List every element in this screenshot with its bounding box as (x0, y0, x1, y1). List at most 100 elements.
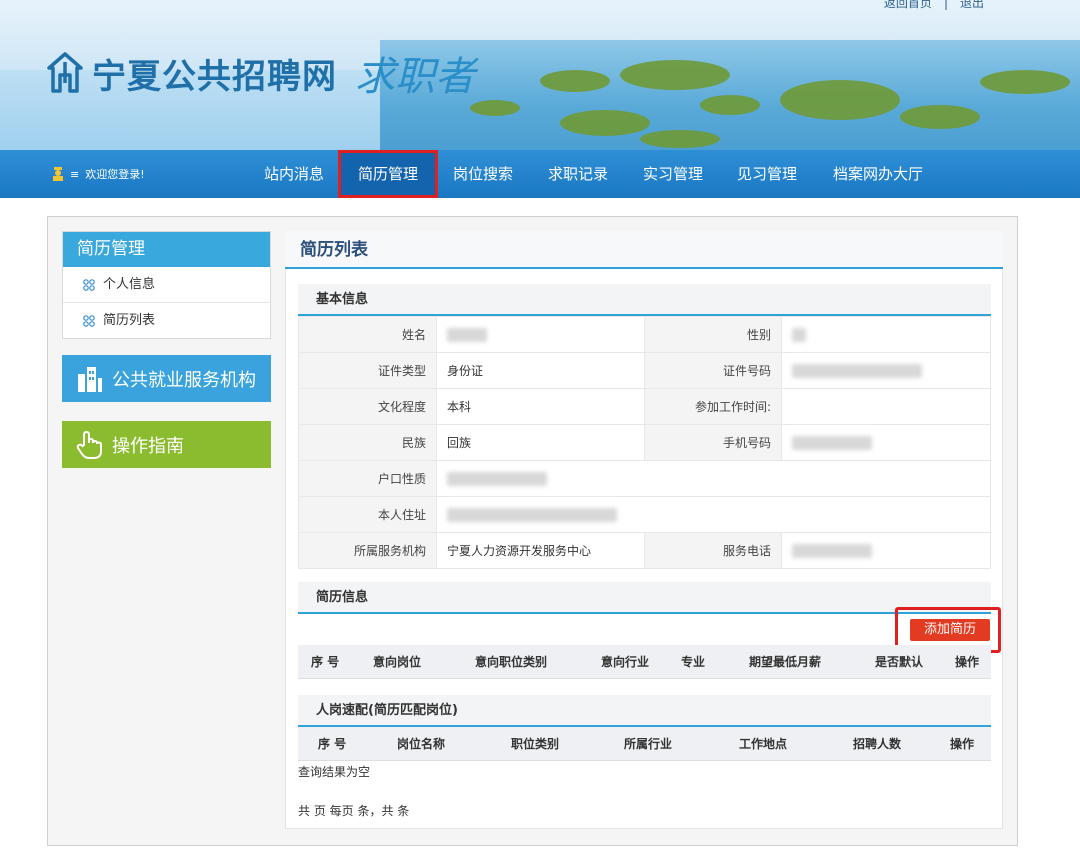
redacted-value (792, 435, 872, 450)
top-links-divider: | (943, 0, 948, 10)
address-label: 本人住址 (298, 496, 437, 533)
id-number-value (781, 352, 991, 389)
agency-label: 所属服务机构 (298, 532, 437, 569)
grid-icon (83, 315, 95, 327)
menu-lines-icon: ≡ (70, 167, 80, 181)
banner-island (620, 60, 730, 90)
resume-info-heading: 简历信息 (298, 582, 991, 614)
service-phone-value (781, 532, 991, 569)
basic-info-table: 姓名 性别 证件类型 身份证 证件号码 文化程度 本科 参加工作时间: 民族 回… (298, 316, 991, 569)
column-header: 意向职位类别 (475, 655, 548, 669)
column-header: 意向岗位 (373, 655, 422, 669)
user-icon (53, 167, 63, 181)
page-title: 简历列表 (285, 231, 1003, 269)
id-number-label: 证件号码 (644, 352, 782, 389)
redacted-value (792, 327, 806, 342)
welcome-text: ≡ 欢迎您登录! (52, 166, 145, 182)
phone-value (781, 424, 991, 461)
basic-info-heading: 基本信息 (298, 284, 991, 316)
site-title: 宁夏公共招聘网 (92, 56, 337, 97)
column-header: 序 号 (318, 737, 347, 751)
redacted-value (447, 327, 487, 342)
redacted-value (792, 363, 922, 378)
redacted-value (792, 543, 872, 558)
column-header: 专业 (681, 655, 706, 669)
banner-island (540, 70, 610, 92)
ethnicity-value: 回族 (436, 424, 645, 461)
banner-island (900, 105, 980, 129)
redacted-value (447, 507, 617, 522)
sidebar-heading: 简历管理 (63, 232, 270, 267)
sidebar-item-label: 个人信息 (103, 276, 156, 292)
table-row: 所属服务机构 宁夏人力资源开发服务中心 服务电话 (298, 532, 991, 569)
banner-island (560, 110, 650, 136)
add-resume-button[interactable]: 添加简历 (910, 619, 990, 641)
column-header: 意向行业 (601, 655, 650, 669)
column-header: 操作 (950, 737, 975, 751)
nav-item-job-search[interactable]: 岗位搜索 (440, 150, 526, 198)
header-banner: 返回首页 | 退出 宁夏公共招聘网 求职者 (0, 0, 1080, 150)
site-subtitle: 求职者 (355, 54, 475, 100)
gender-value (781, 316, 991, 353)
job-match-table-header: 序 号 岗位名称 职位类别 所属行业 工作地点 招聘人数 操作 (298, 727, 991, 761)
column-header: 工作地点 (739, 737, 788, 751)
table-row: 民族 回族 手机号码 (298, 424, 991, 461)
column-header: 所属行业 (624, 737, 673, 751)
service-phone-label: 服务电话 (644, 532, 782, 569)
banner-island (640, 130, 720, 148)
pagination-text: 共 页 每页 条，共 条 (298, 804, 410, 818)
column-header: 序 号 (311, 655, 340, 669)
welcome-label: 欢迎您登录! (85, 168, 145, 181)
column-header: 招聘人数 (853, 737, 902, 751)
nav-item-resume-management[interactable]: 简历管理 (338, 150, 438, 198)
main-nav: ≡ 欢迎您登录! 站内消息 简历管理 岗位搜索 求职记录 实习管理 见习管理 档… (0, 150, 1080, 198)
gender-label: 性别 (644, 316, 782, 353)
sidebar-item-resume-list[interactable]: 简历列表 (63, 303, 270, 339)
name-value (436, 316, 645, 353)
work-start-label: 参加工作时间: (644, 388, 782, 425)
table-row: 本人住址 (298, 496, 991, 533)
top-links: 返回首页 | 退出 (878, 0, 990, 11)
home-link[interactable]: 返回首页 (884, 0, 932, 10)
empty-result-text: 查询结果为空 (298, 765, 371, 779)
sidebar-item-personal-info[interactable]: 个人信息 (63, 267, 270, 303)
address-value (436, 496, 991, 533)
banner-island (780, 80, 900, 120)
column-header: 职位类别 (511, 737, 560, 751)
table-row: 证件类型 身份证 证件号码 (298, 352, 991, 389)
logo-icon (47, 52, 83, 93)
education-label: 文化程度 (298, 388, 437, 425)
id-type-label: 证件类型 (298, 352, 437, 389)
work-start-value (781, 388, 991, 425)
card-label: 操作指南 (112, 435, 184, 457)
nav-item-messages[interactable]: 站内消息 (250, 150, 338, 198)
hukou-label: 户口性质 (298, 460, 437, 497)
site-logo[interactable]: 宁夏公共招聘网 求职者 (46, 44, 475, 102)
nav-item-traineeship[interactable]: 见习管理 (724, 150, 810, 198)
nav-item-application-records[interactable]: 求职记录 (535, 150, 621, 198)
agency-value: 宁夏人力资源开发服务中心 (436, 532, 645, 569)
job-match-heading: 人岗速配(简历匹配岗位) (298, 695, 991, 727)
logout-link[interactable]: 退出 (960, 0, 984, 10)
public-employment-agency-button[interactable]: 公共就业服务机构 (62, 355, 271, 402)
hukou-value (436, 460, 991, 497)
operation-guide-button[interactable]: 操作指南 (62, 421, 271, 468)
column-header: 是否默认 (875, 655, 924, 669)
resume-table-header: 序 号 意向岗位 意向职位类别 意向行业 专业 期望最低月薪 是否默认 操作 (298, 645, 991, 679)
nav-item-internship[interactable]: 实习管理 (630, 150, 716, 198)
column-header: 期望最低月薪 (749, 655, 822, 669)
banner-island (980, 70, 1070, 94)
sidebar-resume-menu: 简历管理 个人信息 简历列表 (62, 231, 271, 339)
banner-island (470, 100, 520, 116)
redacted-value (447, 471, 547, 486)
name-label: 姓名 (298, 316, 437, 353)
banner-island (700, 95, 760, 115)
card-label: 公共就业服务机构 (112, 369, 256, 391)
table-row: 姓名 性别 (298, 316, 991, 353)
grid-icon (83, 278, 95, 291)
hand-pointer-icon (76, 430, 102, 459)
nav-item-archive-hall[interactable]: 档案网办大厅 (820, 150, 936, 198)
education-value: 本科 (436, 388, 645, 425)
table-row: 户口性质 (298, 460, 991, 497)
phone-label: 手机号码 (644, 424, 782, 461)
